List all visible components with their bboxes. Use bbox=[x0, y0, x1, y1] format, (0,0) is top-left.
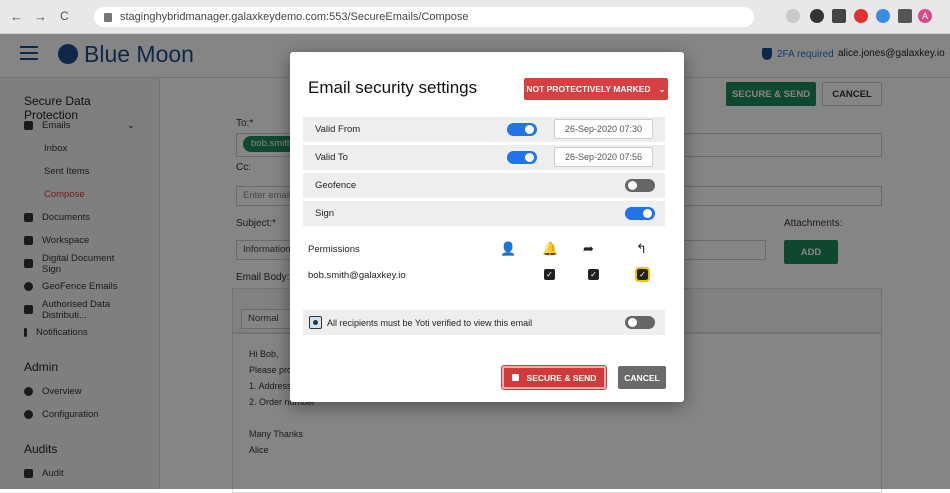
browser-toolbar: ← → C staginghybridmanager.galaxkeydemo.… bbox=[0, 0, 950, 34]
back-icon[interactable]: ← bbox=[10, 9, 23, 24]
lock-icon bbox=[104, 12, 112, 22]
profile-avatar[interactable]: A bbox=[918, 9, 932, 23]
valid-to-date[interactable]: 26-Sep-2020 07:56 bbox=[554, 147, 653, 167]
recipient-email: bob.smith@galaxkey.io bbox=[308, 270, 406, 281]
extension-icon[interactable] bbox=[832, 9, 846, 23]
forward-icon[interactable]: → bbox=[34, 9, 47, 24]
chevron-down-icon: ⌄ bbox=[658, 83, 666, 94]
extension-icon[interactable] bbox=[810, 9, 824, 23]
forward-icon: ➦ bbox=[583, 241, 594, 256]
star-icon[interactable] bbox=[786, 9, 800, 23]
yoti-row: All recipients must be Yoti verified to … bbox=[303, 310, 665, 335]
dialog-title: Email security settings bbox=[308, 78, 478, 97]
geofence-row: Geofence bbox=[303, 173, 665, 198]
puzzle-icon[interactable] bbox=[898, 9, 912, 23]
extension-icon[interactable] bbox=[854, 9, 868, 23]
reply-icon: ↰ bbox=[636, 241, 647, 256]
valid-from-toggle[interactable] bbox=[507, 123, 537, 136]
url-text: staginghybridmanager.galaxkeydemo.com:55… bbox=[120, 11, 469, 23]
notify-checkbox[interactable]: ✓ bbox=[544, 269, 555, 280]
dialog-secure-send-button[interactable]: SECURE & SEND bbox=[501, 365, 607, 390]
reload-icon[interactable]: C bbox=[60, 9, 69, 23]
yoti-toggle[interactable] bbox=[625, 316, 655, 329]
extension-icon[interactable] bbox=[876, 9, 890, 23]
lock-icon bbox=[511, 374, 519, 381]
dialog-cancel-button[interactable]: CANCEL bbox=[618, 366, 666, 389]
bell-icon: 🔔 bbox=[542, 241, 559, 256]
reply-checkbox[interactable]: ✓ bbox=[635, 267, 650, 282]
geofence-toggle[interactable] bbox=[625, 179, 655, 192]
address-bar[interactable]: staginghybridmanager.galaxkeydemo.com:55… bbox=[94, 7, 754, 27]
sign-toggle[interactable] bbox=[625, 207, 655, 220]
valid-to-row: Valid To 26-Sep-2020 07:56 bbox=[303, 145, 665, 170]
valid-to-toggle[interactable] bbox=[507, 151, 537, 164]
yoti-icon bbox=[309, 316, 322, 329]
valid-from-row: Valid From 26-Sep-2020 07:30 bbox=[303, 117, 665, 142]
add-user-icon: 👤 bbox=[500, 241, 517, 256]
valid-from-date[interactable]: 26-Sep-2020 07:30 bbox=[554, 119, 653, 139]
protective-marking-select[interactable]: NOT PROTECTIVELY MARKED ⌄ bbox=[524, 78, 668, 100]
forward-checkbox[interactable]: ✓ bbox=[588, 269, 599, 280]
sign-row: Sign bbox=[303, 201, 665, 226]
permissions-label: Permissions bbox=[308, 244, 360, 255]
security-settings-dialog: Email security settings NOT PROTECTIVELY… bbox=[290, 52, 684, 402]
